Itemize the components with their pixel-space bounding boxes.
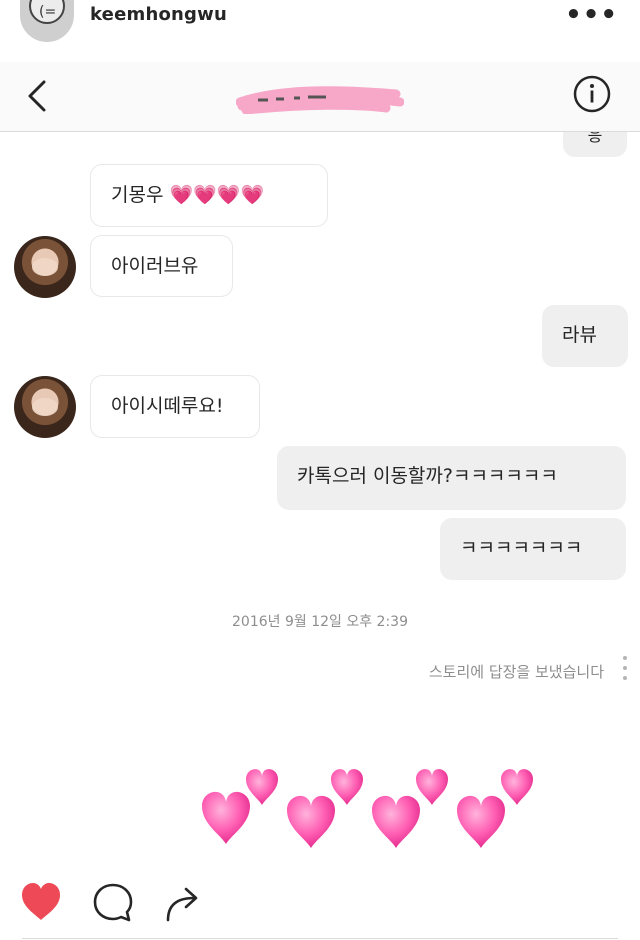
message-text: 아이시떼루요! xyxy=(111,395,224,417)
post-actions xyxy=(0,868,640,940)
two-hearts-emoji-icon xyxy=(202,769,533,848)
info-icon[interactable] xyxy=(572,74,612,114)
message-timestamp: 2016년 9월 12일 오후 2:39 xyxy=(232,614,408,630)
message-bubble-incoming: 아이시떼루요! xyxy=(90,375,260,438)
heart-filled-icon[interactable] xyxy=(18,880,64,926)
message-text: 아이러브유 xyxy=(111,255,199,277)
post-username[interactable]: keemhongwu xyxy=(90,4,227,25)
dm-screenshot: 응 기몽우 💗💗💗💗 아이러브유 라뷰 아이시떼루요! 카톡으러 이동할까?ㅋㅋ… xyxy=(0,62,640,862)
story-reply-note: 스토리에 답장을 보냈습니다 xyxy=(428,663,604,681)
message-text: 기몽우 💗💗💗💗 xyxy=(111,184,265,206)
message-text: ㅋㅋㅋㅋㅋㅋㅋ xyxy=(460,537,583,559)
message-bubble-incoming: 기몽우 💗💗💗💗 xyxy=(90,164,328,227)
story-reply-hearts xyxy=(190,692,630,862)
post-header: (= keemhongwu ••• xyxy=(0,0,640,58)
message-bubble-outgoing: 라뷰 xyxy=(542,305,628,367)
more-horizontal-icon[interactable]: ••• xyxy=(565,0,618,30)
dm-nav-bar xyxy=(0,62,640,132)
sender-avatar[interactable] xyxy=(14,236,76,298)
message-text: 라뷰 xyxy=(562,324,597,346)
redaction-scribble xyxy=(236,86,404,114)
message-text: 카톡으러 이동할까?ㅋㅋㅋㅋㅋㅋ xyxy=(297,465,558,487)
conversation-title-redacted xyxy=(236,84,404,114)
chevron-left-icon[interactable] xyxy=(24,76,54,116)
message-bubble-outgoing: ㅋㅋㅋㅋㅋㅋㅋ xyxy=(440,518,626,580)
more-vertical-icon[interactable] xyxy=(622,656,628,686)
post-author-avatar[interactable]: (= xyxy=(20,0,74,42)
post-divider xyxy=(22,938,618,939)
share-icon[interactable] xyxy=(160,880,206,926)
message-bubble-incoming: 아이러브유 xyxy=(90,235,233,297)
sender-avatar[interactable] xyxy=(14,376,76,438)
message-bubble-outgoing: 카톡으러 이동할까?ㅋㅋㅋㅋㅋㅋ xyxy=(277,446,626,510)
comment-icon[interactable] xyxy=(90,880,136,926)
